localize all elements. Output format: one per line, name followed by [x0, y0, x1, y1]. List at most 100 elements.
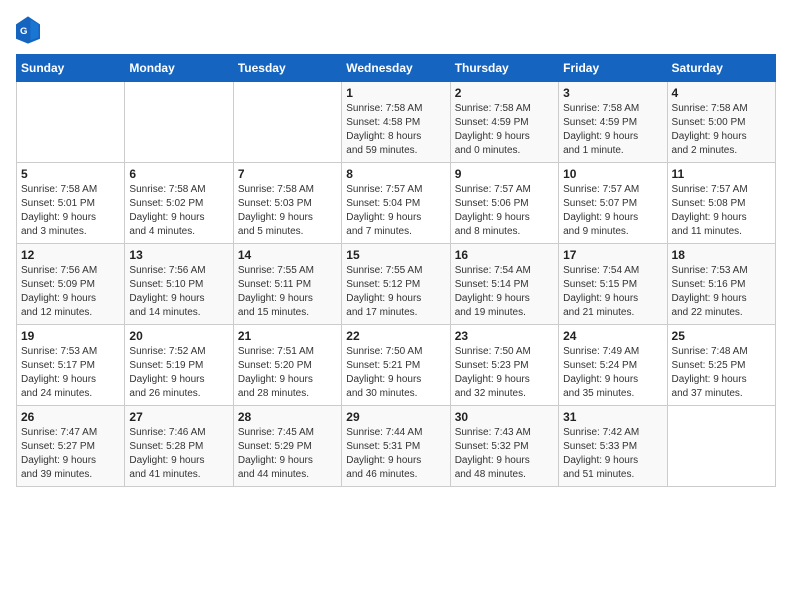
- weekday-header: Tuesday: [233, 55, 341, 82]
- calendar-cell: 18 Sunrise: 7:53 AM Sunset: 5:16 PM Dayli…: [667, 244, 775, 325]
- day-info: Sunrise: 7:58 AM Sunset: 5:02 PM Dayligh…: [129, 183, 228, 239]
- day-number: 14: [238, 248, 337, 262]
- day-info: Sunrise: 7:49 AM Sunset: 5:24 PM Dayligh…: [563, 345, 662, 401]
- day-info: Sunrise: 7:42 AM Sunset: 5:33 PM Dayligh…: [563, 426, 662, 482]
- weekday-header-row: SundayMondayTuesdayWednesdayThursdayFrid…: [17, 55, 776, 82]
- weekday-header: Thursday: [450, 55, 558, 82]
- calendar-cell: 22 Sunrise: 7:50 AM Sunset: 5:21 PM Dayli…: [342, 325, 450, 406]
- day-number: 2: [455, 86, 554, 100]
- day-info: Sunrise: 7:47 AM Sunset: 5:27 PM Dayligh…: [21, 426, 120, 482]
- calendar-cell: 25 Sunrise: 7:48 AM Sunset: 5:25 PM Dayli…: [667, 325, 775, 406]
- day-number: 28: [238, 410, 337, 424]
- calendar-cell: [667, 406, 775, 487]
- day-info: Sunrise: 7:52 AM Sunset: 5:19 PM Dayligh…: [129, 345, 228, 401]
- weekday-header: Friday: [559, 55, 667, 82]
- weekday-header: Monday: [125, 55, 233, 82]
- calendar-cell: 8 Sunrise: 7:57 AM Sunset: 5:04 PM Daylig…: [342, 163, 450, 244]
- day-number: 22: [346, 329, 445, 343]
- day-number: 8: [346, 167, 445, 181]
- day-number: 31: [563, 410, 662, 424]
- day-info: Sunrise: 7:50 AM Sunset: 5:23 PM Dayligh…: [455, 345, 554, 401]
- calendar-cell: 12Sunrise: 7:56 AM Sunset: 5:09 PM Dayli…: [17, 244, 125, 325]
- calendar-cell: [17, 82, 125, 163]
- day-number: 7: [238, 167, 337, 181]
- day-number: 30: [455, 410, 554, 424]
- day-info: Sunrise: 7:57 AM Sunset: 5:07 PM Dayligh…: [563, 183, 662, 239]
- calendar-cell: 17Sunrise: 7:54 AM Sunset: 5:15 PM Dayli…: [559, 244, 667, 325]
- calendar-cell: 21 Sunrise: 7:51 AM Sunset: 5:20 PM Dayli…: [233, 325, 341, 406]
- day-number: 16: [455, 248, 554, 262]
- day-info: Sunrise: 7:54 AM Sunset: 5:14 PM Dayligh…: [455, 264, 554, 320]
- day-info: Sunrise: 7:57 AM Sunset: 5:08 PM Dayligh…: [672, 183, 771, 239]
- calendar-cell: 23 Sunrise: 7:50 AM Sunset: 5:23 PM Dayli…: [450, 325, 558, 406]
- calendar-cell: 15 Sunrise: 7:55 AM Sunset: 5:12 PM Dayli…: [342, 244, 450, 325]
- calendar-week-row: 26 Sunrise: 7:47 AM Sunset: 5:27 PM Dayli…: [17, 406, 776, 487]
- day-number: 26: [21, 410, 120, 424]
- day-info: Sunrise: 7:44 AM Sunset: 5:31 PM Dayligh…: [346, 426, 445, 482]
- page-header: G: [16, 16, 776, 44]
- day-number: 17: [563, 248, 662, 262]
- day-info: Sunrise: 7:51 AM Sunset: 5:20 PM Dayligh…: [238, 345, 337, 401]
- calendar-table: SundayMondayTuesdayWednesdayThursdayFrid…: [16, 54, 776, 487]
- day-info: Sunrise: 7:55 AM Sunset: 5:12 PM Dayligh…: [346, 264, 445, 320]
- day-info: Sunrise: 7:53 AM Sunset: 5:16 PM Dayligh…: [672, 264, 771, 320]
- calendar-cell: 7 Sunrise: 7:58 AM Sunset: 5:03 PM Daylig…: [233, 163, 341, 244]
- calendar-cell: 30Sunrise: 7:43 AM Sunset: 5:32 PM Dayli…: [450, 406, 558, 487]
- day-info: Sunrise: 7:48 AM Sunset: 5:25 PM Dayligh…: [672, 345, 771, 401]
- calendar-cell: 1Sunrise: 7:58 AM Sunset: 4:58 PM Daylig…: [342, 82, 450, 163]
- calendar-cell: 24 Sunrise: 7:49 AM Sunset: 5:24 PM Dayli…: [559, 325, 667, 406]
- calendar-week-row: 1Sunrise: 7:58 AM Sunset: 4:58 PM Daylig…: [17, 82, 776, 163]
- calendar-cell: 28 Sunrise: 7:45 AM Sunset: 5:29 PM Dayli…: [233, 406, 341, 487]
- day-number: 19: [21, 329, 120, 343]
- day-info: Sunrise: 7:58 AM Sunset: 5:03 PM Dayligh…: [238, 183, 337, 239]
- calendar-cell: 5Sunrise: 7:58 AM Sunset: 5:01 PM Daylig…: [17, 163, 125, 244]
- day-number: 23: [455, 329, 554, 343]
- day-number: 24: [563, 329, 662, 343]
- weekday-header: Saturday: [667, 55, 775, 82]
- day-number: 27: [129, 410, 228, 424]
- calendar-week-row: 12Sunrise: 7:56 AM Sunset: 5:09 PM Dayli…: [17, 244, 776, 325]
- calendar-cell: 26 Sunrise: 7:47 AM Sunset: 5:27 PM Dayli…: [17, 406, 125, 487]
- day-number: 29: [346, 410, 445, 424]
- calendar-cell: 27Sunrise: 7:46 AM Sunset: 5:28 PM Dayli…: [125, 406, 233, 487]
- day-info: Sunrise: 7:50 AM Sunset: 5:21 PM Dayligh…: [346, 345, 445, 401]
- day-info: Sunrise: 7:58 AM Sunset: 4:59 PM Dayligh…: [563, 102, 662, 158]
- calendar-cell: 10 Sunrise: 7:57 AM Sunset: 5:07 PM Dayli…: [559, 163, 667, 244]
- day-number: 25: [672, 329, 771, 343]
- day-info: Sunrise: 7:57 AM Sunset: 5:06 PM Dayligh…: [455, 183, 554, 239]
- day-info: Sunrise: 7:58 AM Sunset: 4:59 PM Dayligh…: [455, 102, 554, 158]
- calendar-cell: 2 Sunrise: 7:58 AM Sunset: 4:59 PM Daylig…: [450, 82, 558, 163]
- calendar-week-row: 5Sunrise: 7:58 AM Sunset: 5:01 PM Daylig…: [17, 163, 776, 244]
- day-number: 10: [563, 167, 662, 181]
- day-number: 15: [346, 248, 445, 262]
- day-number: 18: [672, 248, 771, 262]
- svg-text:G: G: [20, 26, 27, 37]
- day-info: Sunrise: 7:56 AM Sunset: 5:10 PM Dayligh…: [129, 264, 228, 320]
- calendar-cell: 6Sunrise: 7:58 AM Sunset: 5:02 PM Daylig…: [125, 163, 233, 244]
- day-number: 4: [672, 86, 771, 100]
- day-number: 11: [672, 167, 771, 181]
- calendar-cell: 19 Sunrise: 7:53 AM Sunset: 5:17 PM Dayli…: [17, 325, 125, 406]
- day-info: Sunrise: 7:45 AM Sunset: 5:29 PM Dayligh…: [238, 426, 337, 482]
- calendar-cell: 29 Sunrise: 7:44 AM Sunset: 5:31 PM Dayli…: [342, 406, 450, 487]
- day-number: 3: [563, 86, 662, 100]
- weekday-header: Wednesday: [342, 55, 450, 82]
- day-info: Sunrise: 7:56 AM Sunset: 5:09 PM Dayligh…: [21, 264, 120, 320]
- calendar-cell: 4 Sunrise: 7:58 AM Sunset: 5:00 PM Daylig…: [667, 82, 775, 163]
- day-info: Sunrise: 7:58 AM Sunset: 5:00 PM Dayligh…: [672, 102, 771, 158]
- calendar-cell: [233, 82, 341, 163]
- day-number: 1: [346, 86, 445, 100]
- calendar-week-row: 19 Sunrise: 7:53 AM Sunset: 5:17 PM Dayli…: [17, 325, 776, 406]
- logo: G: [16, 16, 44, 44]
- day-number: 21: [238, 329, 337, 343]
- day-info: Sunrise: 7:53 AM Sunset: 5:17 PM Dayligh…: [21, 345, 120, 401]
- weekday-header: Sunday: [17, 55, 125, 82]
- calendar-cell: 11 Sunrise: 7:57 AM Sunset: 5:08 PM Dayli…: [667, 163, 775, 244]
- calendar-cell: 20Sunrise: 7:52 AM Sunset: 5:19 PM Dayli…: [125, 325, 233, 406]
- day-number: 9: [455, 167, 554, 181]
- calendar-cell: 31 Sunrise: 7:42 AM Sunset: 5:33 PM Dayli…: [559, 406, 667, 487]
- day-info: Sunrise: 7:57 AM Sunset: 5:04 PM Dayligh…: [346, 183, 445, 239]
- calendar-cell: 16 Sunrise: 7:54 AM Sunset: 5:14 PM Dayli…: [450, 244, 558, 325]
- day-info: Sunrise: 7:55 AM Sunset: 5:11 PM Dayligh…: [238, 264, 337, 320]
- page-container: G SundayMondayTuesdayWednesdayThursdayFr…: [0, 0, 792, 495]
